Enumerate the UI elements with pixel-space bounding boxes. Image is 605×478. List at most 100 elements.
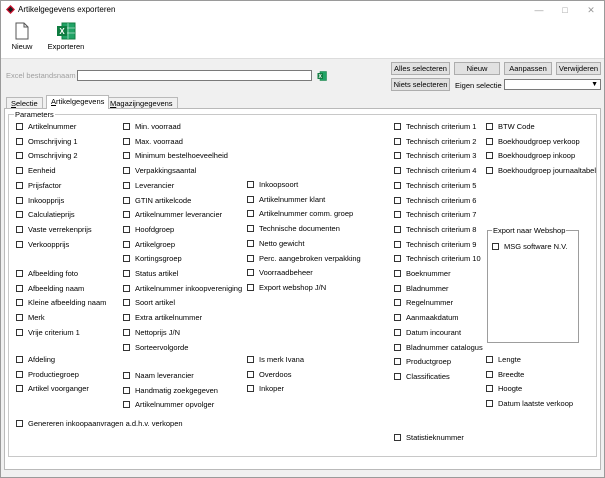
checkbox-box[interactable] <box>247 283 254 291</box>
checkbox-box[interactable] <box>123 240 130 248</box>
checkbox-eenheid[interactable]: Eenheid <box>16 166 56 176</box>
checkbox-box[interactable] <box>123 328 130 336</box>
checkbox-box[interactable] <box>247 385 254 393</box>
checkbox-box[interactable] <box>123 196 130 204</box>
checkbox-box[interactable] <box>16 270 23 277</box>
select-all-button[interactable]: Alles selecteren <box>391 62 450 75</box>
checkbox-box[interactable] <box>394 167 401 175</box>
checkbox-leverancier[interactable]: Leverancier <box>123 181 174 191</box>
checkbox-box[interactable] <box>16 240 23 248</box>
checkbox-afbeelding-naam[interactable]: Afbeelding naam <box>16 284 84 294</box>
checkbox-box[interactable] <box>394 284 401 292</box>
checkbox-box[interactable] <box>16 167 23 175</box>
checkbox-box[interactable] <box>16 137 23 145</box>
checkbox-box[interactable] <box>394 434 401 441</box>
checkbox-technisch-criterium-8[interactable]: Technisch criterium 8 <box>394 225 476 235</box>
checkbox-boeknummer[interactable]: Boeknummer <box>394 269 451 279</box>
checkbox-box[interactable] <box>394 270 401 277</box>
checkbox-datum-laatste-verkoop[interactable]: Datum laatste verkoop <box>486 399 573 409</box>
checkbox-box[interactable] <box>123 181 130 189</box>
checkbox-afdeling[interactable]: Afdeling <box>16 355 55 365</box>
maximize-button[interactable]: □ <box>554 3 576 17</box>
checkbox-technische-documenten[interactable]: Technische documenten <box>247 224 340 234</box>
checkbox-verpakkingsaantal[interactable]: Verpakkingsaantal <box>123 166 196 176</box>
checkbox-naam-leverancier[interactable]: Naam leverancier <box>123 371 194 381</box>
checkbox-box[interactable] <box>123 123 130 130</box>
checkbox-statistieknummer[interactable]: Statistieknummer <box>394 433 464 443</box>
checkbox-box[interactable] <box>123 401 130 409</box>
checkbox-artikelnummer-comm-groep[interactable]: Artikelnummer comm. groep <box>247 209 353 219</box>
checkbox-sorteervolgorde[interactable]: Sorteervolgorde <box>123 343 188 353</box>
checkbox-artikelgroep[interactable]: Artikelgroep <box>123 240 175 250</box>
checkbox-box[interactable] <box>394 314 401 322</box>
checkbox-inkoopprijs[interactable]: Inkoopprijs <box>16 196 64 206</box>
checkbox-box[interactable] <box>247 210 254 218</box>
checkbox-box[interactable] <box>16 181 23 189</box>
checkbox-artikelnummer[interactable]: Artikelnummer <box>16 122 76 132</box>
checkbox-handmatig-zoekgegeven[interactable]: Handmatig zoekgegeven <box>123 386 218 396</box>
checkbox-perc-aangebroken-verpakking[interactable]: Perc. aangebroken verpakking <box>247 254 361 264</box>
checkbox-bladnummer[interactable]: Bladnummer <box>394 284 449 294</box>
checkbox-box[interactable] <box>394 152 401 160</box>
checkbox-box[interactable] <box>16 328 23 336</box>
checkbox-artikelnummer-opvolger[interactable]: Artikelnummer opvolger <box>123 400 214 410</box>
checkbox-box[interactable] <box>394 181 401 189</box>
checkbox-nettoprijs-j-n[interactable]: Nettoprijs J/N <box>123 328 180 338</box>
checkbox-regelnummer[interactable]: Regelnummer <box>394 298 453 308</box>
checkbox-vrije-criterium-1[interactable]: Vrije criterium 1 <box>16 328 80 338</box>
checkbox-kortingsgroep[interactable]: Kortingsgroep <box>123 254 182 264</box>
checkbox-omschrijving-2[interactable]: Omschrijving 2 <box>16 151 78 161</box>
checkbox-box[interactable] <box>394 123 401 130</box>
checkbox-box[interactable] <box>123 152 130 160</box>
edit-selection-button[interactable]: Aanpassen <box>504 62 552 75</box>
excel-filename-input[interactable] <box>77 70 312 81</box>
checkbox-box[interactable] <box>247 225 254 233</box>
checkbox-technisch-criterium-3[interactable]: Technisch criterium 3 <box>394 151 476 161</box>
checkbox-inkoopsoort[interactable]: Inkoopsoort <box>247 180 298 190</box>
checkbox-artikelnummer-inkoopvereniging[interactable]: Artikelnummer inkoopvereniging <box>123 284 242 294</box>
checkbox-box[interactable] <box>16 123 23 130</box>
checkbox-box[interactable] <box>123 167 130 175</box>
checkbox-calculatieprijs[interactable]: Calculatieprijs <box>16 210 75 220</box>
checkbox-box[interactable] <box>394 225 401 233</box>
checkbox-overdoos[interactable]: Overdoos <box>247 370 292 380</box>
checkbox-box[interactable] <box>247 356 254 363</box>
checkbox-genereren-inkoopaanvragen-a-d-h-v-verkopen[interactable]: Genereren inkoopaanvragen a.d.h.v. verko… <box>16 419 183 429</box>
checkbox-box[interactable] <box>16 420 23 427</box>
checkbox-box[interactable] <box>394 372 401 380</box>
checkbox-box[interactable] <box>123 211 130 219</box>
checkbox-lengte[interactable]: Lengte <box>486 355 521 365</box>
checkbox-box[interactable] <box>16 196 23 204</box>
checkbox-technisch-criterium-7[interactable]: Technisch criterium 7 <box>394 210 476 220</box>
checkbox-breedte[interactable]: Breedte <box>486 370 524 380</box>
checkbox-kleine-afbeelding-naam[interactable]: Kleine afbeelding naam <box>16 298 106 308</box>
checkbox-soort-artikel[interactable]: Soort artikel <box>123 298 175 308</box>
checkbox-box[interactable] <box>247 181 254 188</box>
checkbox-box[interactable] <box>123 255 130 263</box>
checkbox-gtin-artikelcode[interactable]: GTIN artikelcode <box>123 196 191 206</box>
checkbox-box[interactable] <box>394 211 401 219</box>
checkbox-box[interactable] <box>16 284 23 292</box>
checkbox-box[interactable] <box>247 370 254 378</box>
checkbox-boekhoudgroep-inkoop[interactable]: Boekhoudgroep inkoop <box>486 151 575 161</box>
checkbox-box[interactable] <box>492 243 499 250</box>
checkbox-artikelnummer-klant[interactable]: Artikelnummer klant <box>247 195 325 205</box>
checkbox-technisch-criterium-5[interactable]: Technisch criterium 5 <box>394 181 476 191</box>
checkbox-box[interactable] <box>16 356 23 363</box>
minimize-button[interactable]: — <box>528 3 550 17</box>
checkbox-box[interactable] <box>486 370 493 378</box>
checkbox-boekhoudgroep-journaaltabel[interactable]: Boekhoudgroep journaaltabel <box>486 166 596 176</box>
checkbox-hoogte[interactable]: Hoogte <box>486 384 522 394</box>
checkbox-verkoopprijs[interactable]: Verkoopprijs <box>16 240 69 250</box>
checkbox-box[interactable] <box>394 196 401 204</box>
checkbox-merk[interactable]: Merk <box>16 313 45 323</box>
checkbox-classificaties[interactable]: Classificaties <box>394 372 450 382</box>
checkbox-technisch-criterium-4[interactable]: Technisch criterium 4 <box>394 166 476 176</box>
checkbox-box[interactable] <box>16 370 23 378</box>
checkbox-technisch-criterium-1[interactable]: Technisch criterium 1 <box>394 122 476 132</box>
checkbox-box[interactable] <box>16 152 23 160</box>
checkbox-box[interactable] <box>394 343 401 351</box>
checkbox-box[interactable] <box>486 152 493 160</box>
checkbox-box[interactable] <box>394 358 401 366</box>
checkbox-box[interactable] <box>486 167 493 175</box>
